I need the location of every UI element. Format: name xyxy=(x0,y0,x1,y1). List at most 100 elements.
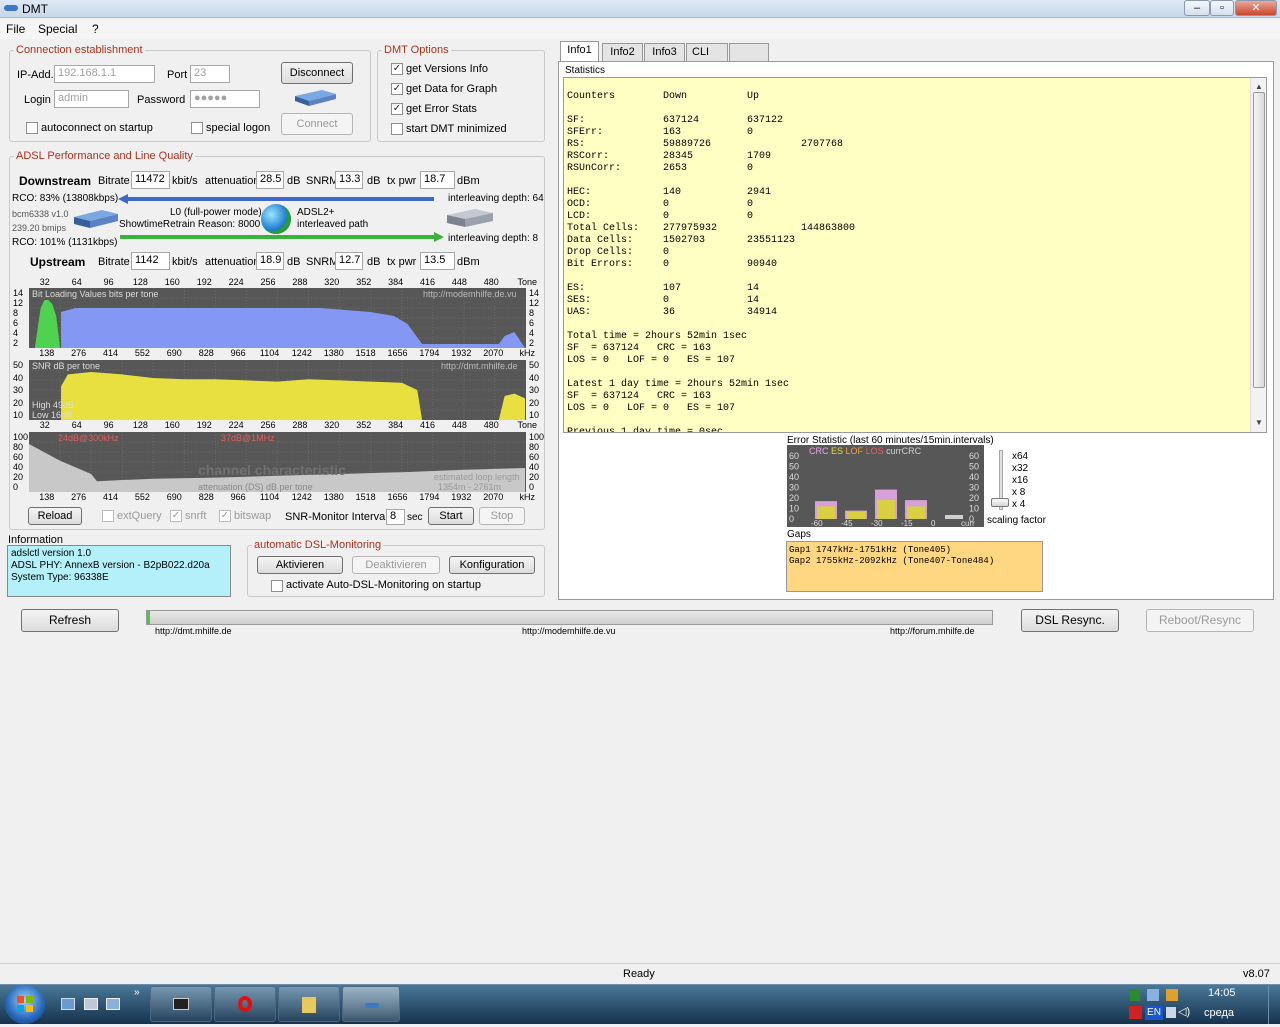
quicklaunch-network-icon[interactable] xyxy=(106,998,120,1010)
versions-info-checkbox[interactable]: ✓ xyxy=(391,63,403,75)
tray-icon-green[interactable] xyxy=(1130,989,1140,1001)
down-kbit-unit: kbit/s xyxy=(172,175,198,187)
refresh-button[interactable]: Refresh xyxy=(21,609,119,632)
bmips-info: 239.20 bmips xyxy=(12,223,67,233)
axis-tick-label: 40 xyxy=(789,472,799,482)
snr-interval-input[interactable]: 8 xyxy=(386,509,405,525)
axis-tick-label: 30 xyxy=(529,385,540,395)
start-minimized-checkbox[interactable] xyxy=(391,123,403,135)
axis-tick-label: 480 xyxy=(483,420,499,430)
start-button[interactable] xyxy=(5,985,45,1024)
start-button[interactable]: Start xyxy=(428,507,474,525)
connect-button[interactable]: Connect xyxy=(281,113,353,135)
scroll-down-arrow[interactable]: ▼ xyxy=(1255,418,1263,427)
axis-tick-label: 40 xyxy=(13,372,24,383)
slider-thumb[interactable] xyxy=(991,498,1009,507)
bits-axis-right: 14 12 8 6 4 2 xyxy=(528,288,544,348)
login-input[interactable]: admin xyxy=(54,90,129,108)
upstream-bits-series xyxy=(34,300,61,348)
deaktivieren-button[interactable]: Deaktivieren xyxy=(352,556,440,574)
khz-ticks-2: 138 276 414 552 690 828 966 1104 1242 1380 1518 165… xyxy=(0,492,545,503)
link-forum[interactable]: http://forum.mhilfe.de xyxy=(890,626,975,636)
axis-tick-label: 2070 xyxy=(483,348,504,358)
aktivieren-button[interactable]: Aktivieren xyxy=(257,556,343,574)
scroll-thumb[interactable] xyxy=(1253,92,1265,388)
menu-help[interactable]: ? xyxy=(92,22,99,36)
dsl-resync-button[interactable]: DSL Resync. xyxy=(1021,609,1119,632)
close-button[interactable]: ✕ xyxy=(1235,0,1277,16)
clock-time[interactable]: 14:05 xyxy=(1208,987,1236,999)
taskbar-app-terminal[interactable] xyxy=(150,986,212,1022)
tray-acrobat-icon[interactable] xyxy=(1129,1006,1142,1019)
show-desktop-icon[interactable] xyxy=(61,998,75,1010)
ip-input[interactable]: 192.168.1.1 xyxy=(54,65,155,83)
quicklaunch-printer-icon[interactable] xyxy=(84,998,98,1010)
up-snrm-label: SNRM xyxy=(306,256,339,268)
clock-day[interactable]: среда xyxy=(1204,1007,1234,1019)
snrft-checkbox[interactable]: ✓ xyxy=(170,510,182,522)
link-dmt[interactable]: http://dmt.mhilfe.de xyxy=(155,626,232,636)
info-line: ADSL PHY: AnnexB version - B2pB022.d20a xyxy=(11,560,210,571)
axis-tick-label: 1380 xyxy=(323,348,344,358)
menu-file[interactable]: File xyxy=(6,22,25,36)
connection-group-title: Connection establishment xyxy=(14,44,145,56)
auto-startup-checkbox[interactable] xyxy=(271,580,283,592)
disconnect-button[interactable]: Disconnect xyxy=(281,62,353,84)
tab-info2[interactable]: Info2 xyxy=(602,43,643,62)
statistics-scrollbar[interactable]: ▲ ▼ xyxy=(1250,78,1266,432)
snr-axis-right: 50 40 30 20 10 xyxy=(528,360,544,420)
up-att-label: attenuation xyxy=(205,256,260,268)
tab-info1[interactable]: Info1 xyxy=(560,41,599,62)
tray-volume-icon[interactable]: ◁) xyxy=(1178,1005,1190,1018)
tab-cli[interactable]: CLI xyxy=(686,43,728,62)
loop-length-value: 1354m - 2761m xyxy=(438,482,502,492)
up-kbit-unit: kbit/s xyxy=(172,256,198,268)
scroll-up-arrow[interactable]: ▲ xyxy=(1255,82,1263,91)
bitswap-checkbox[interactable]: ✓ xyxy=(219,510,231,522)
tray-network-icon-2[interactable] xyxy=(1166,989,1178,1001)
konfiguration-button[interactable]: Konfiguration xyxy=(449,556,535,574)
axis-tick-label: 384 xyxy=(388,420,404,430)
maximize-button[interactable]: ▫ xyxy=(1210,0,1234,16)
scaling-slider[interactable] xyxy=(991,450,1011,512)
upstream-arrow xyxy=(120,232,444,242)
quicklaunch-more-icon[interactable]: » xyxy=(134,987,140,998)
axis-tick-label: 10 xyxy=(789,504,799,514)
tab-empty[interactable] xyxy=(729,43,769,62)
versions-info-label: get Versions Info xyxy=(406,63,488,75)
taskbar-app-explorer[interactable] xyxy=(278,986,340,1022)
port-input[interactable]: 23 xyxy=(190,65,230,83)
menu-special[interactable]: Special xyxy=(38,22,77,36)
link-modemhilfe[interactable]: http://modemhilfe.de.vu xyxy=(522,626,616,636)
statistics-label: Statistics xyxy=(565,65,606,76)
language-indicator[interactable]: EN xyxy=(1145,1006,1163,1020)
autoconnect-checkbox[interactable] xyxy=(26,122,38,134)
reload-button[interactable]: Reload xyxy=(28,507,82,525)
minimize-button[interactable]: – xyxy=(1184,0,1210,16)
axis-tick-label: 30 xyxy=(13,385,24,395)
taskbar-app-dmt[interactable] xyxy=(342,986,400,1022)
tray-display-icon[interactable] xyxy=(1166,1007,1176,1018)
taskbar-app-opera[interactable] xyxy=(214,986,276,1022)
show-desktop-button[interactable] xyxy=(1268,985,1280,1024)
gaps-label: Gaps xyxy=(787,529,811,540)
tab-info3[interactable]: Info3 xyxy=(644,43,685,62)
axis-tick-label: 416 xyxy=(420,420,436,430)
axis-tick-label: -60 xyxy=(811,519,823,527)
axis-tick-label: 100 xyxy=(13,432,29,442)
opera-icon xyxy=(238,996,252,1012)
att-axis-right: 100 80 60 40 20 0 xyxy=(528,432,544,492)
extquery-checkbox[interactable] xyxy=(102,510,114,522)
legend-los: LOS xyxy=(865,446,884,456)
special-logon-checkbox[interactable] xyxy=(191,122,203,134)
stop-button[interactable]: Stop xyxy=(479,507,525,525)
reboot-resync-button[interactable]: Reboot/Resync xyxy=(1146,609,1254,632)
axis-tick-label: 416 xyxy=(420,277,436,287)
data-graph-checkbox[interactable]: ✓ xyxy=(391,83,403,95)
scaling-factor-label: scaling factor xyxy=(987,515,1046,526)
tray-network-icon[interactable] xyxy=(1147,989,1159,1001)
error-stats-checkbox[interactable]: ✓ xyxy=(391,103,403,115)
axis-tick-label: 20 xyxy=(529,472,540,482)
auto-monitoring-title: automatic DSL-Monitoring xyxy=(252,539,384,551)
password-input[interactable]: ●●●●● xyxy=(190,90,260,108)
